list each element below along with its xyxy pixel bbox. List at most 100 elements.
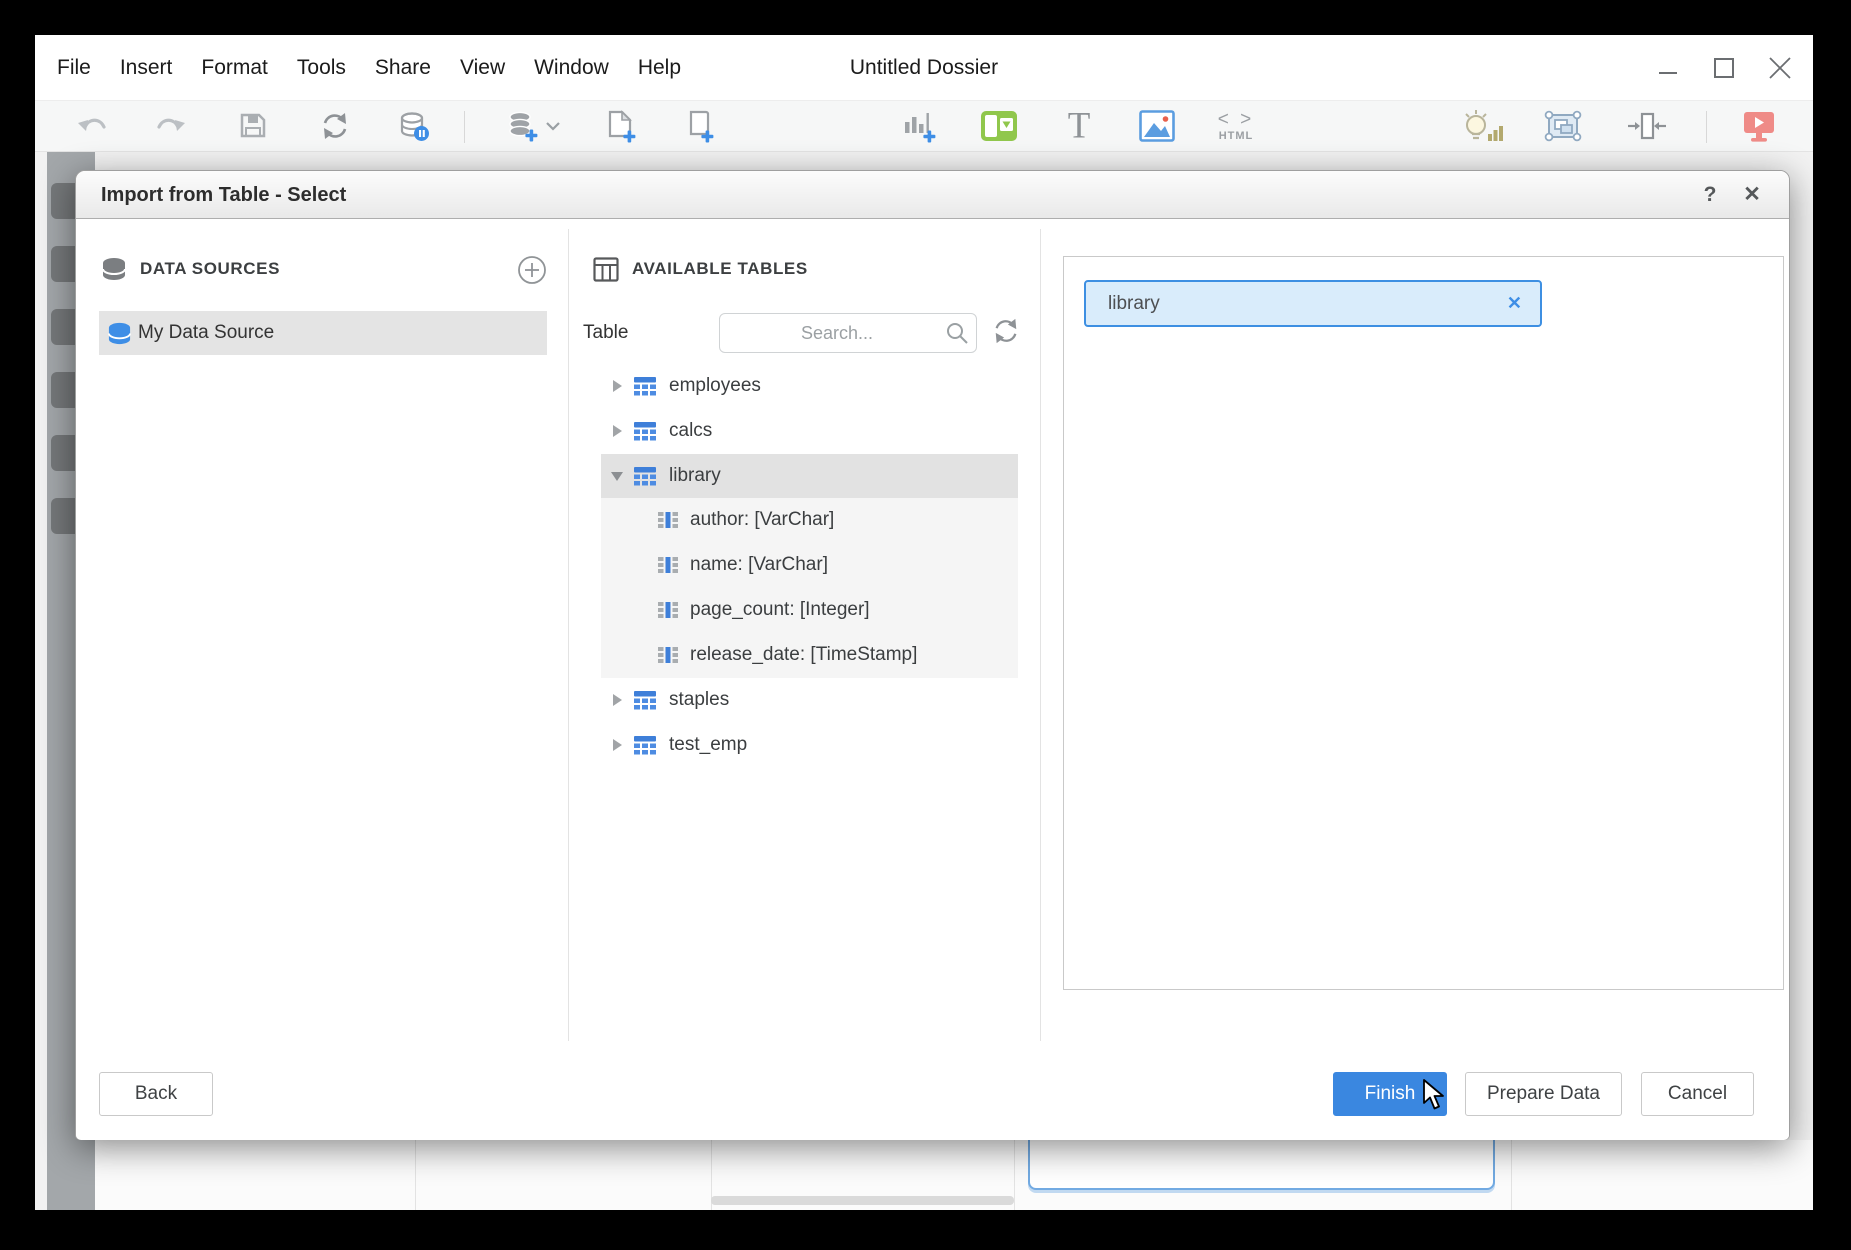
caret-down-icon (611, 472, 623, 481)
datasets-button[interactable] (398, 110, 430, 142)
menu-bar: File Insert Format Tools Share View Wind… (35, 35, 1813, 100)
dialog-close-button[interactable]: ✕ (1735, 171, 1769, 219)
background-canvas (95, 1140, 1813, 1210)
caret-right-icon (613, 739, 622, 751)
column-name: author: [VarChar] (690, 509, 834, 531)
add-selector-button[interactable] (980, 110, 1018, 142)
fit-width-icon (1627, 110, 1667, 142)
insights-button[interactable] (1460, 108, 1504, 144)
back-button[interactable]: Back (99, 1072, 213, 1116)
fit-width-button[interactable] (1627, 110, 1667, 142)
layout-select-button[interactable] (1544, 109, 1582, 143)
dialog-help-button[interactable]: ? (1693, 171, 1727, 219)
maximize-icon (1712, 56, 1736, 80)
table-grid-icon (634, 691, 656, 710)
panel-divider (1040, 229, 1041, 1041)
close-button[interactable] (1765, 53, 1795, 83)
document-add-icon (685, 109, 715, 143)
add-text-button[interactable]: T (1068, 108, 1091, 145)
minimize-button[interactable] (1653, 53, 1683, 83)
minimize-icon (1656, 56, 1680, 80)
selector-icon (980, 110, 1018, 142)
tree-column-release-date[interactable]: release_date: [TimeStamp] (601, 633, 1018, 677)
expand-caret[interactable] (609, 425, 625, 437)
selected-table-chip[interactable]: library ✕ (1084, 280, 1542, 327)
column-name: release_date: [TimeStamp] (690, 644, 917, 666)
tree-item-staples[interactable]: staples (601, 678, 1018, 722)
column-name: name: [VarChar] (690, 554, 828, 576)
add-page-button[interactable] (605, 109, 637, 143)
table-name: test_emp (669, 734, 747, 756)
plus-circle-icon (517, 255, 547, 285)
tree-column-author[interactable]: author: [VarChar] (601, 498, 1018, 542)
toolbar-separator (1706, 111, 1707, 143)
tree-item-calcs[interactable]: calcs (601, 409, 1018, 453)
table-name: library (669, 465, 721, 487)
dialog-body: DATA SOURCES My Data Source AVAILABLE TA… (76, 219, 1789, 1140)
tree-item-library[interactable]: library (601, 454, 1018, 498)
window-controls (1653, 35, 1795, 100)
chart-add-icon (902, 109, 938, 143)
table-grid-icon (634, 736, 656, 755)
tree-column-name[interactable]: name: [VarChar] (601, 543, 1018, 587)
html-tool-icon: < > HTML (1218, 110, 1254, 142)
add-document-button[interactable] (685, 109, 715, 143)
lightbulb-chart-icon (1460, 108, 1504, 144)
add-data-dropdown[interactable] (546, 121, 560, 131)
dialog-title: Import from Table - Select (101, 171, 346, 219)
page-add-icon (605, 109, 637, 143)
prepare-data-button[interactable]: Prepare Data (1465, 1072, 1622, 1116)
refresh-button[interactable] (320, 111, 350, 141)
panel-divider (568, 229, 569, 1041)
save-button[interactable] (238, 111, 268, 141)
add-image-button[interactable] (1139, 110, 1175, 142)
mouse-cursor (1422, 1079, 1448, 1111)
table-name: staples (669, 689, 729, 711)
refresh-icon (992, 317, 1020, 345)
search-input[interactable] (719, 313, 977, 353)
add-data-source-button[interactable] (517, 255, 547, 285)
table-search (719, 313, 977, 353)
database-add-icon (507, 110, 539, 142)
toolbar: T < > HTML (35, 100, 1813, 152)
data-sources-label: DATA SOURCES (140, 259, 280, 279)
add-visualization-button[interactable] (902, 109, 938, 143)
background-divider (415, 1140, 416, 1210)
expand-caret[interactable] (609, 380, 625, 392)
add-data-button[interactable] (507, 110, 539, 142)
data-source-name: My Data Source (138, 322, 274, 344)
maximize-button[interactable] (1709, 53, 1739, 83)
present-button[interactable] (1741, 109, 1777, 143)
database-status-icon (398, 110, 430, 142)
search-icon (945, 321, 969, 345)
html-label: HTML (1219, 131, 1254, 142)
redo-icon (153, 112, 187, 140)
tree-item-test-emp[interactable]: test_emp (601, 723, 1018, 767)
expand-caret[interactable] (609, 694, 625, 706)
code-brackets-glyph: < > (1218, 110, 1254, 129)
table-grid-icon (634, 422, 656, 441)
database-icon (107, 321, 132, 346)
column-icon (658, 512, 678, 529)
undo-button[interactable] (76, 112, 110, 140)
background-scrollbar (711, 1196, 1014, 1205)
refresh-tables-button[interactable] (991, 317, 1021, 347)
table-icon (593, 257, 619, 282)
available-tables-label: AVAILABLE TABLES (632, 259, 808, 279)
toolbar-separator (464, 111, 465, 143)
dialog-header: Import from Table - Select ? ✕ (76, 171, 1789, 219)
column-icon (658, 557, 678, 574)
data-source-item[interactable]: My Data Source (99, 311, 547, 355)
selected-tables-panel: library ✕ (1063, 256, 1784, 990)
remove-table-button[interactable]: ✕ (1507, 293, 1540, 314)
tree-item-employees[interactable]: employees (601, 364, 1018, 408)
tree-column-page-count[interactable]: page_count: [Integer] (601, 588, 1018, 632)
screen: File Insert Format Tools Share View Wind… (0, 0, 1851, 1250)
collapse-caret[interactable] (609, 472, 625, 481)
redo-button[interactable] (153, 112, 187, 140)
table-filter-label: Table (583, 311, 628, 355)
background-panel (1028, 1140, 1495, 1190)
expand-caret[interactable] (609, 739, 625, 751)
cancel-button[interactable]: Cancel (1641, 1072, 1754, 1116)
add-html-button[interactable]: < > HTML (1218, 110, 1254, 142)
